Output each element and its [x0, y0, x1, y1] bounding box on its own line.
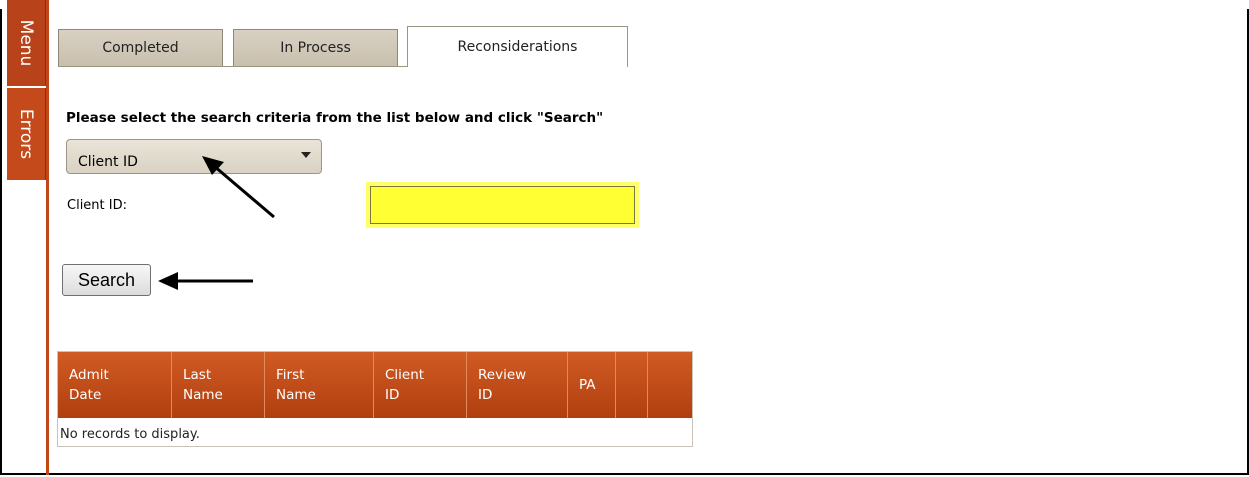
- annotation-arrows: [158, 156, 275, 290]
- arrow-to-select: [202, 156, 275, 219]
- arrow-to-search-button: [158, 272, 253, 290]
